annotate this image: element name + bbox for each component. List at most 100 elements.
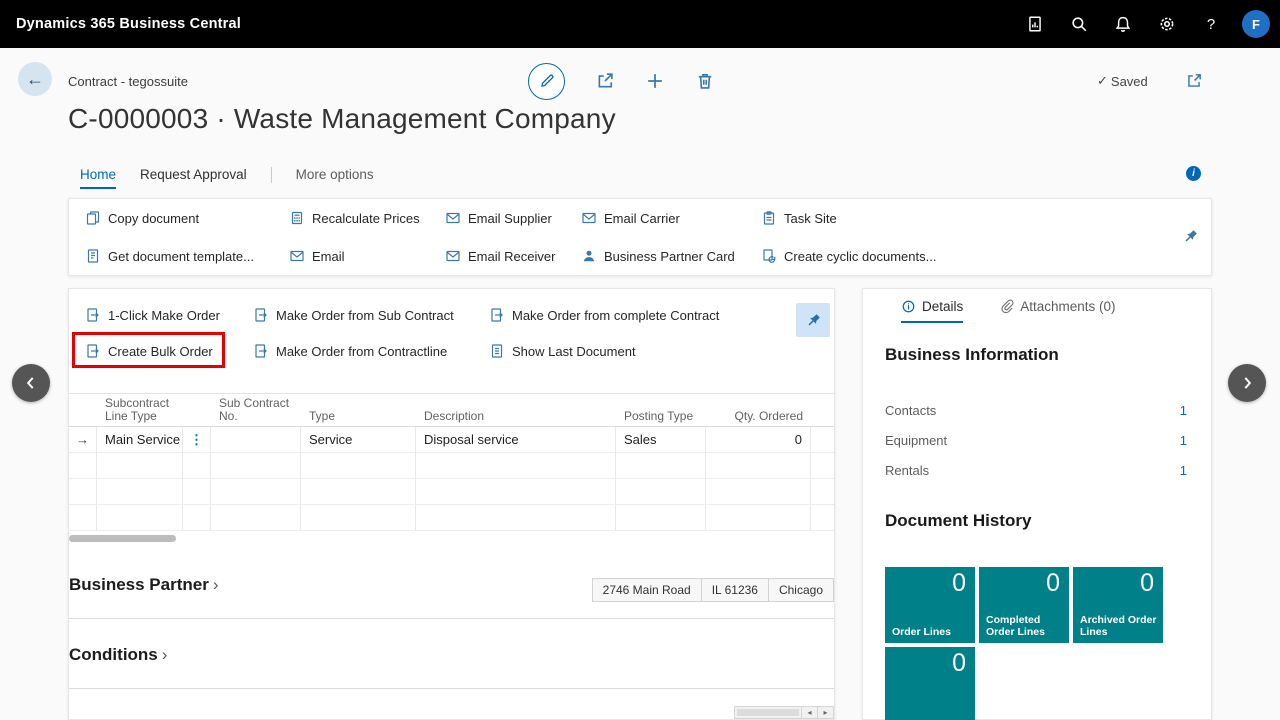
- info-value-link[interactable]: 1: [1180, 433, 1187, 448]
- tab-more-options[interactable]: More options: [296, 167, 374, 189]
- new-record-button[interactable]: [645, 71, 665, 91]
- chevron-right-icon: ›: [213, 575, 219, 595]
- back-button[interactable]: ←: [18, 62, 52, 96]
- section-conditions[interactable]: Conditions ›: [69, 645, 167, 665]
- save-status-label: Saved: [1111, 74, 1148, 89]
- cell-qty-ordered[interactable]: 0: [706, 427, 811, 452]
- delete-button[interactable]: [695, 71, 715, 91]
- mail-icon: [445, 210, 461, 226]
- table-row-empty[interactable]: [69, 505, 834, 531]
- cell-sub-contract-no[interactable]: [211, 427, 301, 452]
- table-header-row: Subcontract Line Type Sub Contract No. T…: [69, 393, 834, 427]
- tile-archived-order-lines[interactable]: 0 Archived Order Lines: [1073, 567, 1163, 643]
- help-icon[interactable]: ?: [1192, 5, 1230, 43]
- scrollbar-thumb[interactable]: [737, 709, 799, 716]
- tile-order-lines[interactable]: 0 Order Lines: [885, 567, 975, 643]
- cue-tiles: 0 Order Lines 0 Completed Order Lines 0 …: [885, 567, 1163, 720]
- scroll-left-icon[interactable]: ◂: [801, 707, 817, 718]
- info-value-link[interactable]: 1: [1180, 403, 1187, 418]
- info-row-rentals: Rentals 1: [885, 457, 1187, 483]
- report-icon[interactable]: [1016, 5, 1054, 43]
- section-title: Business Partner: [69, 575, 209, 595]
- info-icon[interactable]: i: [1186, 166, 1201, 181]
- action-business-partner-card[interactable]: Business Partner Card: [581, 248, 761, 264]
- action-show-last-document[interactable]: Show Last Document: [489, 343, 774, 359]
- ribbon-row-2: Get document template... Email Email Rec…: [69, 237, 1211, 275]
- mail-icon: [445, 248, 461, 264]
- table-row-empty[interactable]: [69, 479, 834, 505]
- document-history-title: Document History: [885, 511, 1031, 531]
- header-qty-ordered[interactable]: Qty. Ordered: [706, 394, 811, 428]
- avatar[interactable]: F: [1242, 10, 1270, 38]
- header-posting-type[interactable]: Posting Type: [616, 394, 706, 428]
- mail-icon: [581, 210, 597, 226]
- action-email[interactable]: Email: [289, 248, 445, 264]
- action-task-site[interactable]: Task Site: [761, 210, 1211, 226]
- section-business-partner[interactable]: Business Partner ›: [69, 575, 219, 595]
- clipboard-icon: [761, 210, 777, 226]
- document-icon: [489, 343, 505, 359]
- tab-home[interactable]: Home: [80, 167, 116, 189]
- header-filler: [811, 394, 834, 428]
- header-type[interactable]: Type: [301, 394, 416, 428]
- action-email-receiver[interactable]: Email Receiver: [445, 248, 581, 264]
- cell-menu-icon[interactable]: ⋮: [183, 427, 211, 452]
- lines-pin-button[interactable]: [796, 303, 830, 337]
- table-row[interactable]: → Main Service ⋮ Service Disposal servic…: [69, 427, 834, 453]
- lines-part: 1-Click Make Order Make Order from Sub C…: [68, 288, 835, 720]
- cell-description[interactable]: Disposal service: [416, 427, 616, 452]
- action-email-carrier[interactable]: Email Carrier: [581, 210, 761, 226]
- popout-icon: [1185, 72, 1203, 90]
- header-sub-contract-no[interactable]: Sub Contract No.: [211, 394, 301, 428]
- pencil-icon: [539, 73, 555, 89]
- action-create-bulk-order[interactable]: Create Bulk Order: [85, 343, 253, 359]
- tab-details[interactable]: Details: [901, 299, 963, 323]
- action-make-order-from-sub-contract[interactable]: Make Order from Sub Contract: [253, 307, 489, 323]
- action-make-order-from-complete-contract[interactable]: Make Order from complete Contract: [489, 307, 774, 323]
- cell-posting-type[interactable]: Sales: [616, 427, 706, 452]
- share-button[interactable]: [595, 71, 615, 91]
- factbox: Details Attachments (0) Business Informa…: [862, 288, 1212, 720]
- bell-icon[interactable]: [1104, 5, 1142, 43]
- edit-button[interactable]: [528, 63, 565, 100]
- action-create-cyclic-documents[interactable]: Create cyclic documents...: [761, 248, 1211, 264]
- business-information-title: Business Information: [885, 345, 1059, 365]
- cell-type[interactable]: Service: [301, 427, 416, 452]
- make-order-icon: [85, 307, 101, 323]
- action-email-supplier[interactable]: Email Supplier: [445, 210, 581, 226]
- tab-attachments[interactable]: Attachments (0): [999, 299, 1115, 323]
- mail-icon: [289, 248, 305, 264]
- action-get-document-template[interactable]: Get document template...: [85, 248, 289, 264]
- pin-icon[interactable]: [1182, 228, 1199, 245]
- app-title[interactable]: Dynamics 365 Business Central: [16, 16, 241, 32]
- table-row-empty[interactable]: [69, 453, 834, 479]
- previous-record-button[interactable]: [12, 364, 50, 402]
- tab-divider: [271, 167, 272, 183]
- action-tab-bar: Home Request Approval More options: [80, 163, 374, 189]
- info-value-link[interactable]: 1: [1180, 463, 1187, 478]
- lines-table: Subcontract Line Type Sub Contract No. T…: [69, 393, 834, 531]
- scroll-right-icon[interactable]: ▸: [817, 707, 833, 718]
- search-icon[interactable]: [1060, 5, 1098, 43]
- chevron-left-icon: [22, 374, 40, 392]
- tile-cue[interactable]: 0: [885, 647, 975, 720]
- breadcrumb[interactable]: Contract - tegossuite: [68, 74, 188, 89]
- cell-line-type[interactable]: Main Service: [97, 427, 183, 452]
- action-recalculate-prices[interactable]: Recalculate Prices: [289, 210, 445, 226]
- card-horizontal-scrollbar[interactable]: ◂ ▸: [734, 706, 834, 719]
- calculator-icon: [289, 210, 305, 226]
- tile-completed-order-lines[interactable]: 0 Completed Order Lines: [979, 567, 1069, 643]
- action-copy-document[interactable]: Copy document: [85, 210, 289, 226]
- header-description[interactable]: Description: [416, 394, 616, 428]
- open-in-new-window-button[interactable]: [1185, 72, 1203, 90]
- header-line-type[interactable]: Subcontract Line Type: [97, 394, 183, 428]
- scrollbar-thumb[interactable]: [69, 535, 176, 542]
- business-partner-summary: 2746 Main Road IL 61236 Chicago: [593, 578, 834, 602]
- next-record-button[interactable]: [1228, 364, 1266, 402]
- action-make-order-from-contractline[interactable]: Make Order from Contractline: [253, 343, 489, 359]
- table-horizontal-scrollbar[interactable]: [69, 535, 836, 543]
- tab-request-approval[interactable]: Request Approval: [140, 167, 247, 189]
- action-one-click-make-order[interactable]: 1-Click Make Order: [85, 307, 253, 323]
- gear-icon[interactable]: [1148, 5, 1186, 43]
- info-circle-icon: [901, 299, 916, 314]
